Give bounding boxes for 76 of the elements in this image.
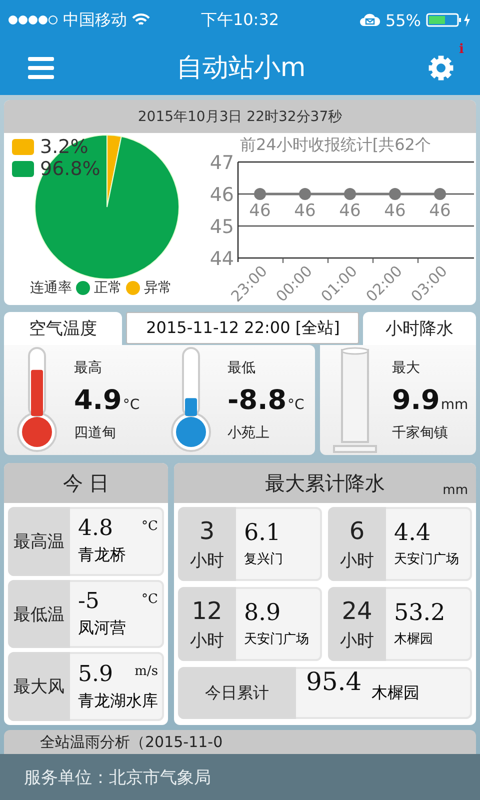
- rain-value: 9.9: [392, 384, 440, 416]
- station-name: 青龙桥: [78, 545, 127, 566]
- rain-value: 4.4: [394, 520, 431, 546]
- footer-text: 服务单位：北京市气象局: [24, 766, 211, 788]
- y-tick-label: 45: [210, 216, 234, 238]
- panel-tab[interactable]: 空气温度: [4, 312, 122, 345]
- station-name: 木樨园: [372, 682, 420, 704]
- cloud-mail-icon: [360, 13, 380, 27]
- hours-unit: 小时: [190, 630, 224, 652]
- station-name: 天安门广场: [394, 551, 460, 568]
- stat-value: 4.8: [78, 516, 113, 542]
- unit-label: m/s: [134, 664, 158, 680]
- data-label: 46: [249, 201, 271, 221]
- chart-title: 前24小时收报统计[共62个: [240, 135, 431, 154]
- timestamp-header: 2015年10月3日 22时32分37秒: [4, 100, 476, 133]
- station-name: 四道甸: [74, 424, 117, 442]
- unit-label: mm: [440, 396, 468, 412]
- settings-icon[interactable]: [428, 54, 454, 80]
- hours-unit: 小时: [340, 550, 374, 572]
- app-title: 自动站小m: [176, 52, 306, 85]
- station-name: 天安门广场: [244, 631, 310, 648]
- time-label: 2015-11-12 22:00 [全站]: [126, 312, 360, 344]
- station-name: 青龙湖水库: [78, 690, 159, 712]
- unit-label: °C: [142, 592, 158, 607]
- unit-label: °C: [288, 396, 304, 412]
- hours-value: 12: [192, 596, 222, 625]
- y-tick-label: 46: [210, 184, 234, 206]
- menu-icon[interactable]: [28, 56, 54, 78]
- rain-value: 8.9: [244, 600, 281, 626]
- carrier-name: 中国移动: [63, 10, 127, 30]
- unit-label: °C: [142, 519, 158, 534]
- row-label: 今日累计: [178, 667, 296, 719]
- row-label: 最高温: [8, 507, 70, 576]
- temperature-value: 4.9: [74, 384, 122, 416]
- info-label: i: [459, 42, 464, 56]
- station-name: 木樨园: [394, 631, 434, 648]
- y-tick-label: 47: [210, 152, 234, 174]
- station-name: 小苑上: [228, 424, 270, 442]
- panel-tab[interactable]: 小时降水: [363, 312, 476, 345]
- hours-value: 6: [349, 516, 365, 545]
- rain-value: 95.4: [306, 667, 362, 696]
- hours-unit: 小时: [340, 630, 374, 652]
- stat-label: 最低: [228, 358, 256, 376]
- card-header: 今 日: [4, 463, 168, 503]
- y-tick-label: 44: [210, 248, 234, 270]
- wifi-icon: [132, 13, 150, 27]
- row-label: 最低温: [8, 580, 70, 648]
- row-label: 最大风: [8, 652, 70, 722]
- data-label: 46: [429, 201, 451, 221]
- stat-value: 5.9: [78, 662, 113, 687]
- station-name: 复兴门: [244, 551, 284, 568]
- signal-icon: [8, 15, 58, 25]
- unit-label: °C: [122, 396, 140, 412]
- unit-label: mm: [442, 483, 468, 498]
- rain-gauge-icon: [330, 346, 380, 454]
- battery-percent: 55%: [385, 10, 421, 30]
- data-label: 46: [339, 201, 361, 221]
- stat-value: -5: [78, 589, 100, 614]
- legend-label: 异常: [144, 279, 172, 297]
- stat-label: 最高: [74, 358, 103, 376]
- stat-label: 最大: [392, 358, 421, 376]
- temperature-value: -8.8: [228, 384, 287, 416]
- legend-title: 连通率: [30, 279, 72, 297]
- clock-time: 下午10:32: [200, 10, 280, 30]
- card-header: 最大累计降水: [265, 470, 385, 496]
- hours-unit: 小时: [190, 550, 224, 572]
- station-name: 凤河营: [78, 618, 127, 639]
- station-name: 千家甸镇: [392, 424, 449, 442]
- rain-value: 53.2: [394, 600, 446, 626]
- hours-value: 3: [199, 516, 215, 545]
- data-label: 46: [384, 201, 406, 221]
- legend-label: 正常: [94, 279, 122, 297]
- hours-value: 24: [342, 596, 372, 625]
- battery-charging-icon: [426, 12, 472, 28]
- rain-value: 6.1: [244, 520, 281, 546]
- data-label: 46: [294, 201, 316, 221]
